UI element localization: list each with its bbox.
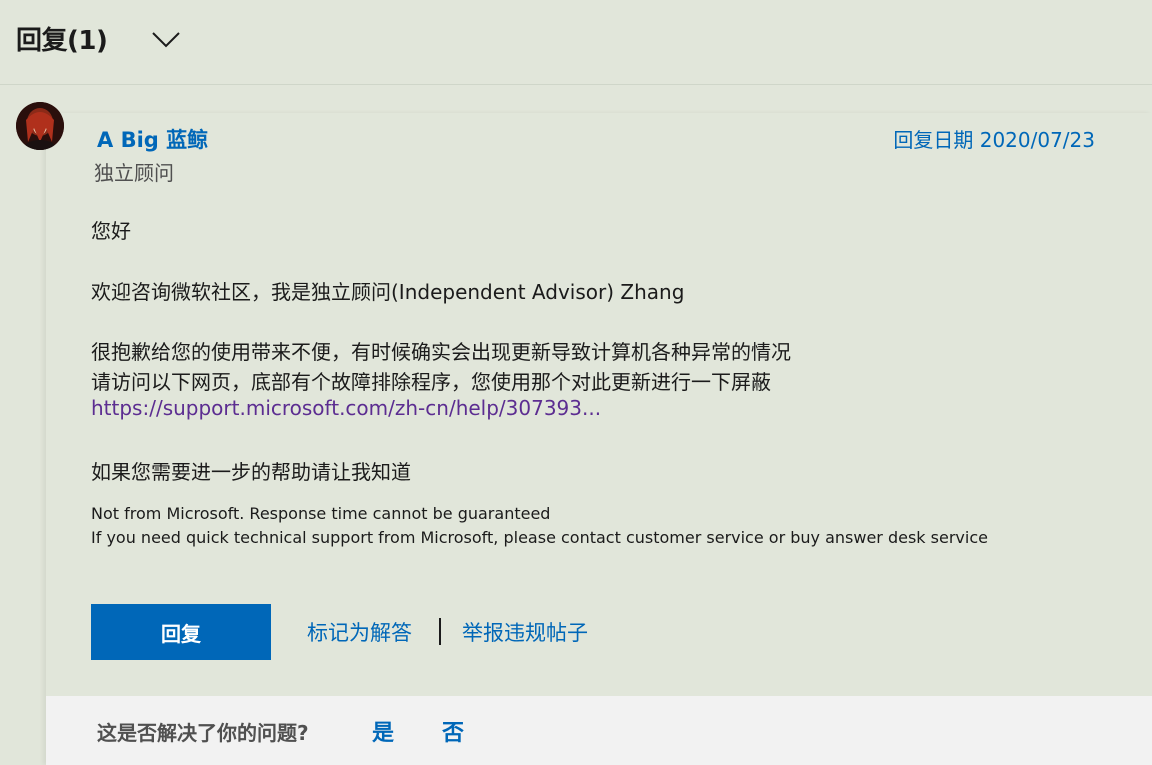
author-name[interactable]: A Big 蓝鲸 — [97, 124, 208, 154]
avatar[interactable] — [16, 102, 64, 150]
post-apology: 很抱歉给您的使用带来不便，有时候确实会出现更新导致计算机各种异常的情况 — [91, 340, 791, 364]
reply-card — [46, 113, 1152, 765]
replies-header: 回复(1) — [16, 20, 181, 57]
mark-as-answer-link[interactable]: 标记为解答 — [307, 617, 412, 647]
post-closing: 如果您需要进一步的帮助请让我知道 — [91, 460, 411, 484]
chevron-down-icon[interactable] — [151, 24, 181, 54]
feedback-no-button[interactable]: 否 — [442, 715, 464, 747]
disclaimer-line-2: If you need quick technical support from… — [91, 528, 988, 547]
post-greeting: 您好 — [91, 219, 131, 243]
feedback-yes-button[interactable]: 是 — [372, 715, 394, 747]
report-abuse-link[interactable]: 举报违规帖子 — [462, 617, 588, 647]
post-instruction: 请访问以下网页，底部有个故障排除程序，您使用那个对此更新进行一下屏蔽 — [91, 370, 771, 394]
support-link[interactable]: https://support.microsoft.com/zh-cn/help… — [91, 396, 601, 420]
action-separator — [439, 618, 441, 645]
reply-date: 回复日期 2020/07/23 — [893, 128, 1095, 152]
reply-button[interactable]: 回复 — [91, 604, 271, 660]
feedback-question: 这是否解决了你的问题? — [97, 721, 309, 745]
author-role: 独立顾问 — [94, 161, 174, 185]
replies-title: 回复(1) — [16, 26, 108, 56]
post-intro: 欢迎咨询微软社区，我是独立顾问(Independent Advisor) Zha… — [91, 280, 685, 304]
header-divider — [0, 84, 1152, 85]
avatar-image — [16, 102, 64, 150]
disclaimer-line-1: Not from Microsoft. Response time cannot… — [91, 504, 551, 523]
